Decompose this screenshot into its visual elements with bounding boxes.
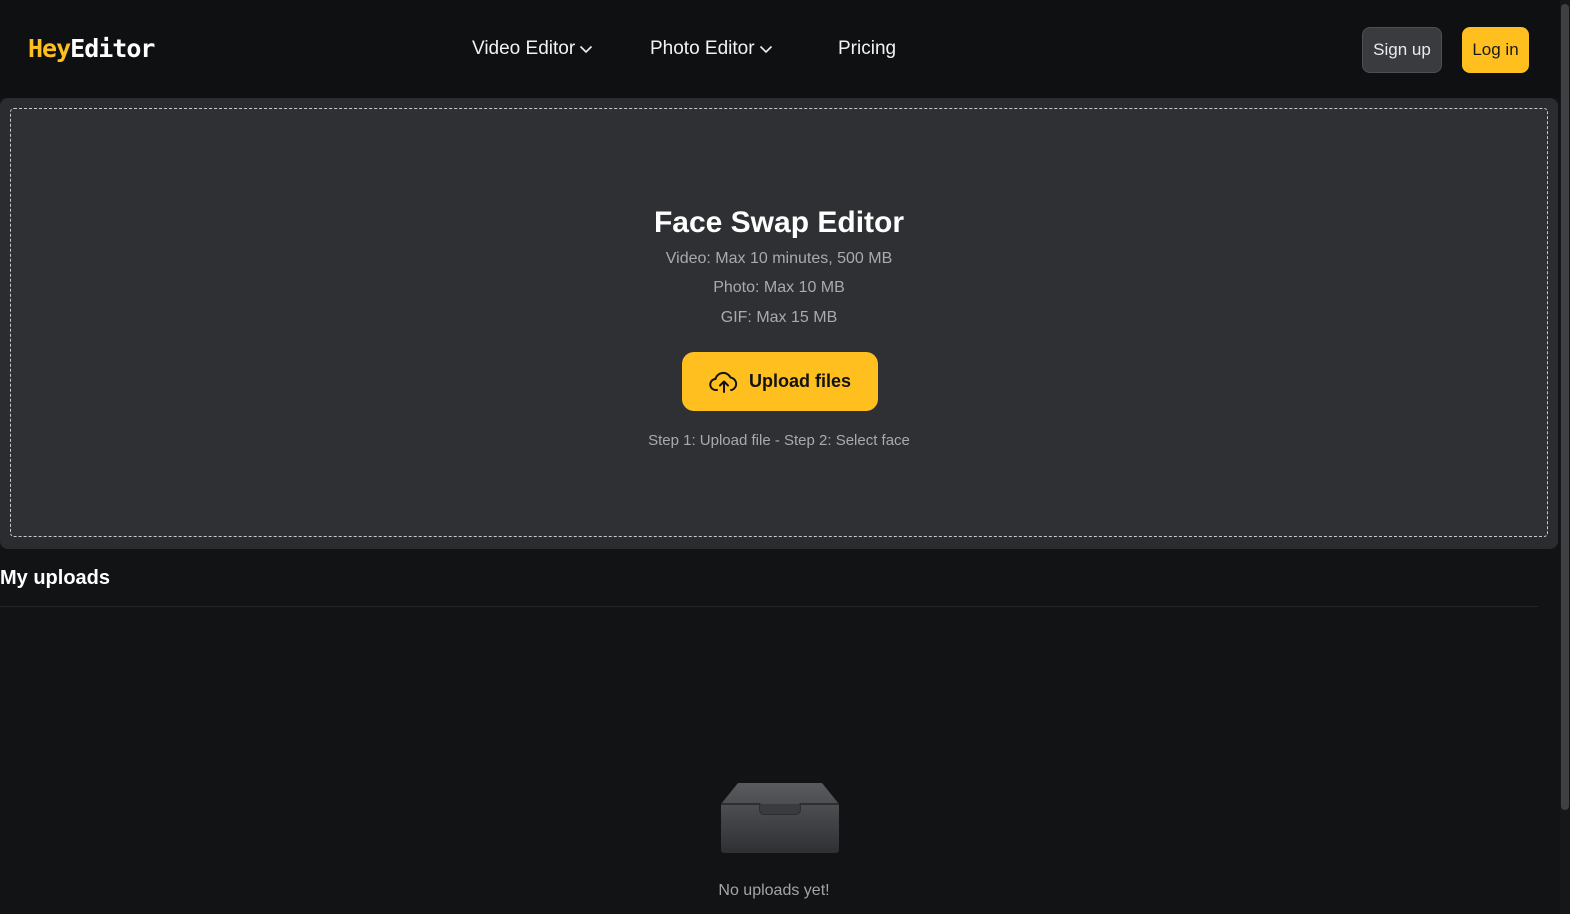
photo-limit-text: Photo: Max 10 MB — [713, 279, 845, 296]
uploads-divider — [0, 606, 1538, 607]
logo-hey: Hey — [28, 34, 71, 63]
chevron-down-icon — [759, 45, 772, 54]
nav-pricing[interactable]: Pricing — [838, 36, 896, 62]
upload-files-label: Upload files — [748, 371, 851, 391]
page-title: Face Swap Editor — [653, 206, 905, 239]
nav-video-editor[interactable]: Video Editor — [472, 36, 593, 62]
log-in-button[interactable]: Log in — [1462, 27, 1529, 73]
gif-limit-text: GIF: Max 15 MB — [720, 309, 838, 326]
nav-photo-editor-label: Photo Editor — [650, 38, 755, 59]
video-limit-text: Video: Max 10 minutes, 500 MB — [665, 250, 893, 267]
scrollbar-thumb[interactable] — [1561, 4, 1569, 810]
sign-up-button[interactable]: Sign up — [1362, 27, 1442, 73]
steps-text: Step 1: Upload file - Step 2: Select fac… — [648, 432, 910, 449]
chevron-down-icon — [580, 45, 593, 54]
my-uploads-heading: My uploads — [0, 567, 111, 589]
upload-files-button[interactable]: Upload files — [682, 352, 878, 411]
cloud-upload-icon — [709, 371, 738, 393]
nav-pricing-label: Pricing — [838, 38, 897, 59]
heyeditor-logo[interactable]: HeyEditor — [28, 33, 155, 65]
upload-panel: Face Swap Editor Video: Max 10 minutes, … — [0, 98, 1558, 549]
no-uploads-text: No uploads yet! — [718, 882, 830, 899]
window-edge — [1570, 0, 1593, 914]
empty-inbox-icon — [721, 783, 839, 853]
file-dropzone[interactable]: Face Swap Editor Video: Max 10 minutes, … — [10, 108, 1548, 537]
page: HeyEditor Video Editor Photo Editor Pric… — [0, 0, 1593, 914]
vertical-scrollbar[interactable] — [1560, 0, 1570, 914]
top-navbar: HeyEditor Video Editor Photo Editor Pric… — [0, 0, 1560, 98]
nav-photo-editor[interactable]: Photo Editor — [650, 36, 773, 62]
logo-editor: Editor — [70, 34, 155, 63]
nav-video-editor-label: Video Editor — [472, 38, 576, 59]
